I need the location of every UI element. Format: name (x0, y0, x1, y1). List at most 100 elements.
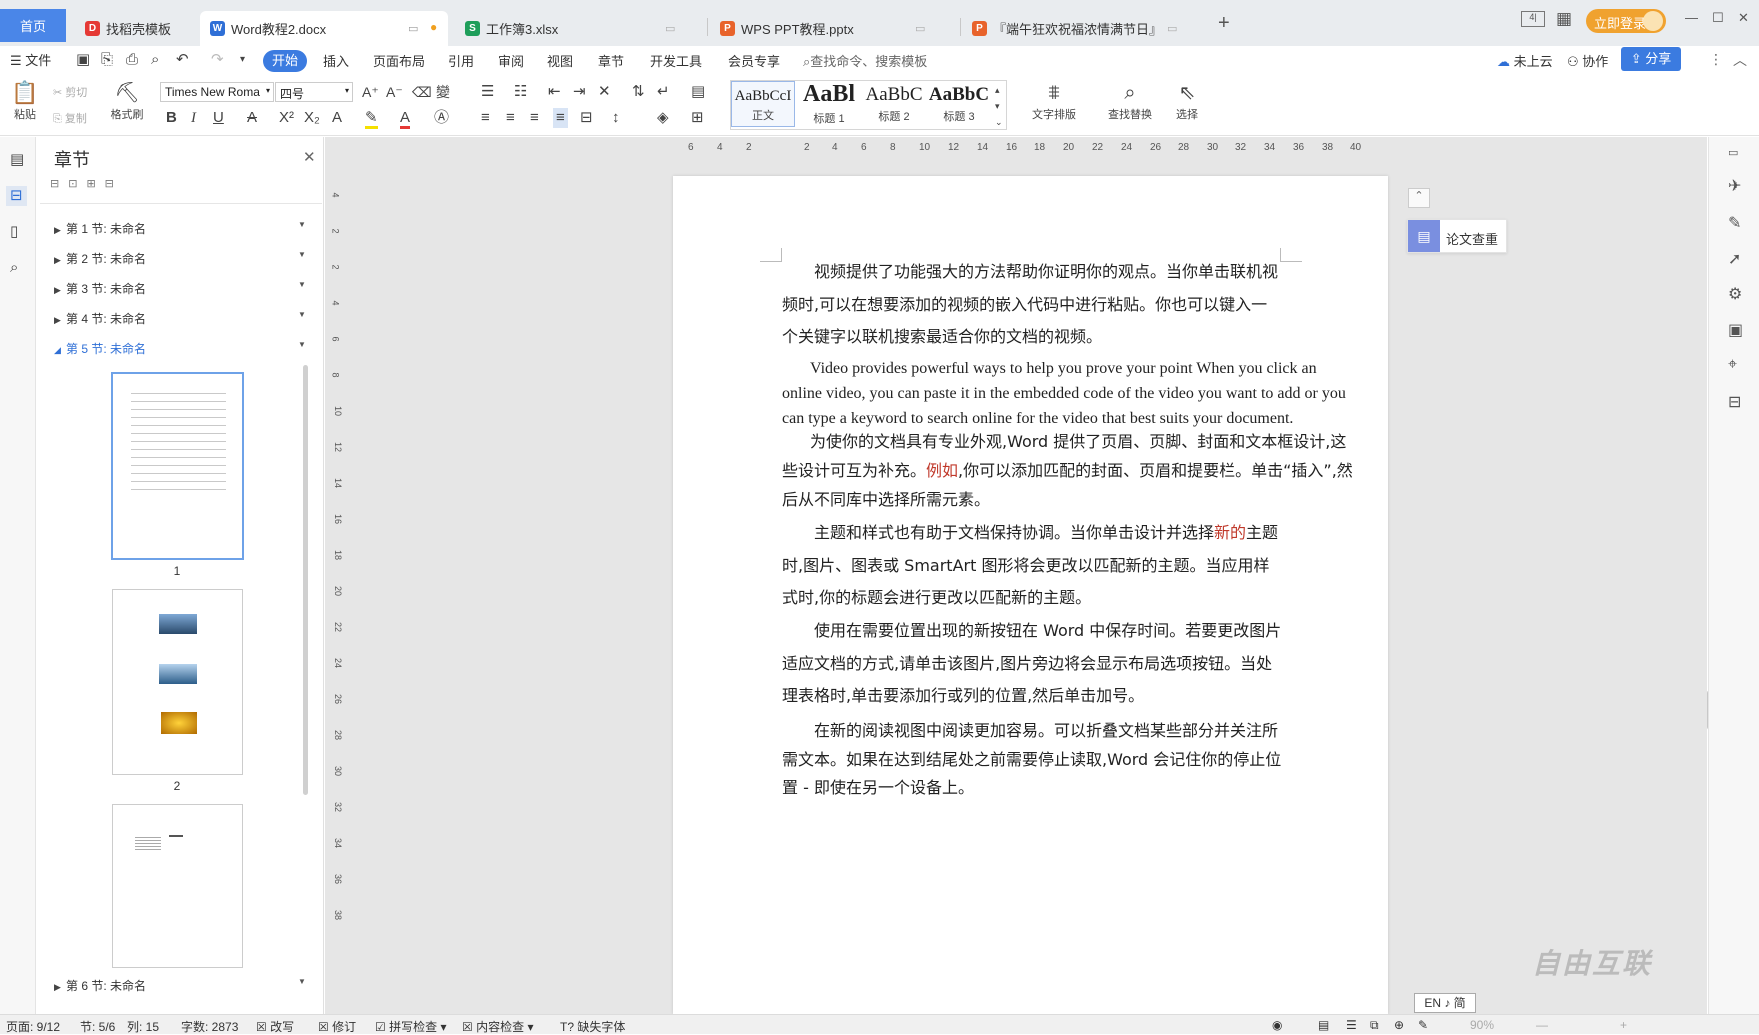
paragraph-1[interactable]: 视频提供了功能强大的方法帮助你证明你的观点。当你单击联机视频时,可以在想要添加的… (782, 256, 1282, 354)
clear-format-icon[interactable]: ⌫ (412, 84, 432, 100)
numbered-list-icon[interactable]: ☷ (514, 84, 527, 100)
font-size-select[interactable]: 四号 ▾ (275, 82, 353, 102)
close-icon[interactable]: ✕ (303, 148, 316, 166)
chevron-down-icon[interactable]: ▼ (298, 340, 306, 349)
paragraph-4[interactable]: 主题和样式也有助于文档保持协调。当你单击设计并选择新的主题时,图片、图表或 Sm… (782, 517, 1282, 615)
section-item[interactable]: ▶ 第 6 节: 未命名 ▼ (54, 977, 306, 994)
compass-icon[interactable]: ⌖ (1728, 356, 1737, 374)
screen-icon[interactable]: ▭ (408, 22, 418, 35)
chinese-layout-icon[interactable]: ✕ (598, 84, 611, 100)
bookmark-icon[interactable]: ▯ (10, 224, 18, 240)
layout-4-icon[interactable]: 4| (1521, 11, 1545, 27)
align-center-icon[interactable]: ≡ (506, 110, 515, 126)
ime-indicator[interactable]: EN ♪ 简 (1414, 993, 1476, 1013)
screen-icon[interactable]: ▭ (1167, 22, 1177, 35)
remove-section-icon[interactable]: ⊟ (105, 178, 123, 190)
export-pdf-icon[interactable]: ⎘ (101, 52, 113, 68)
status-section[interactable]: 节: 5/6 (80, 1018, 115, 1035)
outline-icon[interactable]: ▤ (10, 152, 24, 168)
zoom-out-icon[interactable]: — (1536, 1018, 1548, 1032)
undo-icon[interactable]: ↶ (176, 52, 189, 68)
section-item-active[interactable]: ◢ 第 5 节: 未命名 ▼ (54, 340, 306, 357)
style-heading-2[interactable]: AaBbC 标题 2 (862, 81, 926, 127)
text-layout-button[interactable]: ⩨ 文字排版 (1024, 80, 1084, 122)
tab-ppt[interactable]: P WPS PPT教程.pptx ▭ (710, 11, 960, 46)
phonetic-icon[interactable]: 變 (436, 84, 450, 100)
shrink-font-icon[interactable]: A⁻ (386, 84, 403, 100)
collapse-ribbon-icon[interactable]: ︿ (1733, 50, 1747, 70)
chevron-down-icon[interactable]: ▼ (298, 250, 306, 259)
menu-chapter[interactable]: 章节 (598, 51, 624, 70)
eye-protect-icon[interactable]: ✎ (1418, 1018, 1428, 1032)
highlight-icon[interactable]: ✎ (365, 110, 378, 129)
page-thumbnail-1[interactable] (111, 372, 244, 560)
justify-icon[interactable]: ≡ (553, 108, 568, 128)
screen-icon[interactable]: ▭ (915, 22, 925, 35)
print-preview-icon[interactable]: ⌕ (151, 52, 159, 68)
outline-view-icon[interactable]: ☰ (1346, 1018, 1357, 1032)
increase-indent-icon[interactable]: ⇥ (573, 84, 586, 100)
copy-button[interactable]: ⎘ 复制 (53, 110, 87, 126)
strikethrough-icon[interactable]: A (247, 110, 257, 126)
tab-festival[interactable]: P 『端午狂欢祝福浓情满节日』 ▭ (962, 11, 1212, 46)
superscript-icon[interactable]: X² (279, 110, 294, 126)
menu-layout[interactable]: 页面布局 (373, 51, 425, 70)
chevron-down-icon[interactable]: ▼ (298, 977, 306, 986)
command-search[interactable]: ⌕查找命令、搜索模板 (803, 51, 927, 70)
chevron-down-icon[interactable]: ▼ (298, 280, 306, 289)
redo-icon[interactable]: ↷ (211, 52, 224, 68)
paper-check-button[interactable]: ▤ 论文查重 (1407, 219, 1507, 253)
chevron-down-icon[interactable]: ▼ (298, 310, 306, 319)
style-heading-1[interactable]: AaBl 标题 1 (797, 81, 861, 127)
section-item[interactable]: ▶ 第 1 节: 未命名 ▼ (54, 220, 306, 237)
close-button[interactable]: ✕ (1738, 10, 1749, 26)
apps-grid-icon[interactable]: ▦ (1556, 9, 1572, 29)
menu-developer[interactable]: 开发工具 (650, 51, 702, 70)
menu-review[interactable]: 审阅 (498, 51, 524, 70)
menu-member[interactable]: 会员专享 (728, 51, 780, 70)
eye-icon[interactable]: ◉ (1272, 1018, 1282, 1032)
book-icon[interactable]: ⊟ (1728, 392, 1741, 412)
format-painter-button[interactable]: ⛏ 格式刷 (107, 80, 147, 122)
zoom-in-icon[interactable]: + (1620, 1018, 1627, 1032)
char-border-icon[interactable]: Ⓐ (434, 110, 449, 126)
tab-templates[interactable]: D 找稻壳模板 (75, 11, 181, 46)
panel-scrollbar[interactable] (303, 365, 308, 795)
new-tab-button[interactable]: + (1218, 12, 1230, 35)
sort-icon[interactable]: ⇅ (632, 84, 645, 100)
save-icon[interactable]: ▣ (76, 52, 90, 68)
tab-word-doc[interactable]: W Word教程2.docx ▭ ● (200, 11, 448, 46)
reading-view-icon[interactable]: ⧉ (1370, 1018, 1379, 1033)
tab-home[interactable]: 首页 (0, 9, 66, 42)
print-icon[interactable]: ⎙ (126, 52, 138, 68)
distribute-icon[interactable]: ⊟ (580, 110, 593, 126)
find-replace-button[interactable]: ⌕ 查找替换 (1100, 80, 1160, 122)
paragraph-2-english[interactable]: Video provides powerful ways to help you… (782, 356, 1352, 431)
cloud-status[interactable]: ☁ 未上云 (1497, 51, 1553, 70)
paragraph-6[interactable]: 在新的阅读视图中阅读更加容易。可以折叠文档某些部分并关注所需文本。如果在达到结尾… (782, 717, 1282, 803)
spell-check-toggle[interactable]: ☑ 拼写检查 ▾ (375, 1018, 446, 1035)
line-spacing-icon[interactable]: ↕ (612, 110, 620, 126)
collapse-tool-icon[interactable]: ⌃ (1408, 188, 1430, 208)
section-item[interactable]: ▶ 第 3 节: 未命名 ▼ (54, 280, 306, 297)
table-tool-icon[interactable]: ▤ (691, 84, 705, 100)
more-icon[interactable]: ⋮ (1709, 51, 1723, 68)
content-check-toggle[interactable]: ☒ 内容检查 ▾ (462, 1018, 533, 1035)
bold-icon[interactable]: B (166, 110, 177, 126)
login-button[interactable]: 立即登录 (1586, 9, 1666, 33)
menu-insert[interactable]: 插入 (323, 51, 349, 70)
align-left-icon[interactable]: ≡ (481, 110, 490, 126)
menu-start[interactable]: 开始 (263, 50, 307, 72)
image-icon[interactable]: ▣ (1728, 320, 1743, 340)
text-effect-icon[interactable]: A (332, 110, 342, 126)
page-view-icon[interactable]: ▤ (1318, 1018, 1329, 1032)
search-icon[interactable]: ⌕ (10, 260, 18, 276)
screen-icon[interactable]: ▭ (665, 22, 675, 35)
paragraph-5[interactable]: 使用在需要位置出现的新按钮在 Word 中保存时间。若要更改图片适应文档的方式,… (782, 615, 1282, 713)
menu-file[interactable]: ☰ 文件 (10, 50, 51, 69)
section-item[interactable]: ▶ 第 4 节: 未命名 ▼ (54, 310, 306, 327)
page-thumbnail-3[interactable] (112, 804, 243, 968)
revise-toggle[interactable]: ☒ 修订 (318, 1018, 356, 1035)
menu-view[interactable]: 视图 (547, 51, 573, 70)
font-color-icon[interactable]: A (400, 110, 411, 129)
